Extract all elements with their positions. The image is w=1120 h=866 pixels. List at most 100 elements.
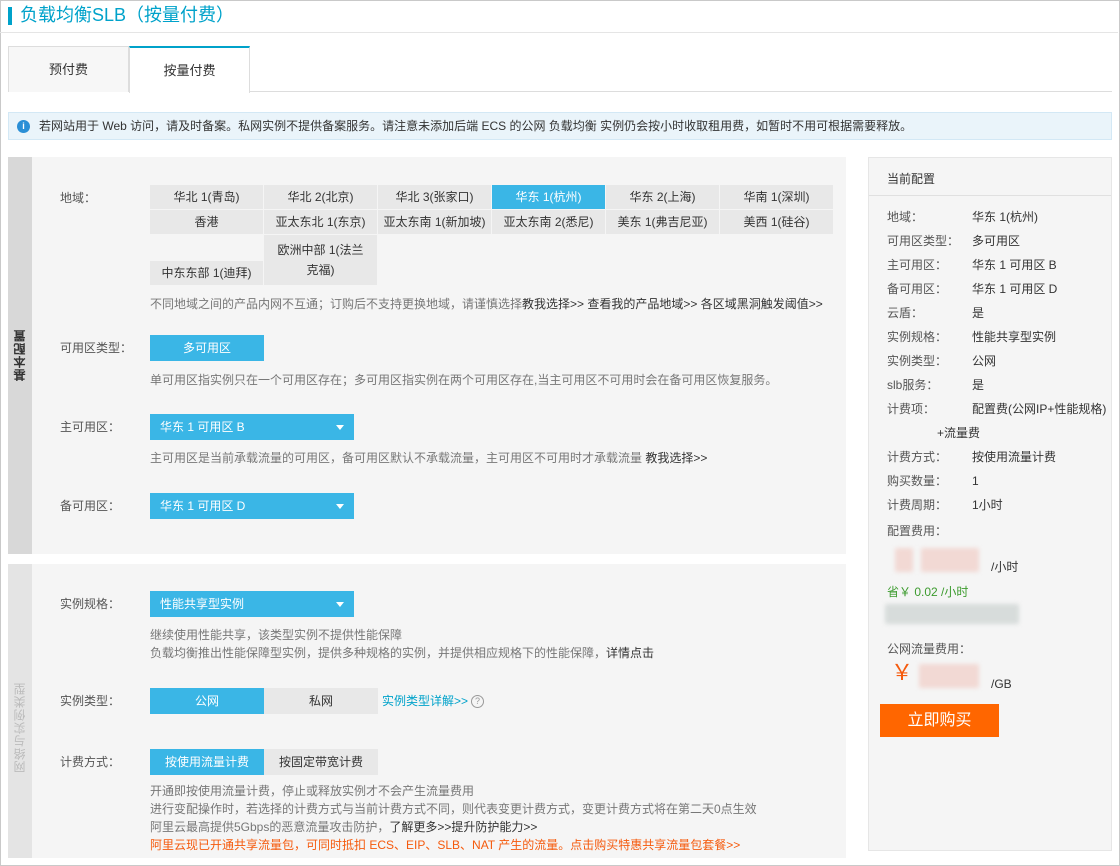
region-option[interactable]: 香港 [150,210,263,234]
primary-zone-value: 华东 1 可用区 B [160,420,245,434]
chevron-down-icon [336,602,344,607]
help-icon[interactable]: ? [471,695,484,708]
region-option[interactable]: 亚太东南 2(悉尼) [492,210,605,234]
primary-zone-hint-text: 主可用区是当前承载流量的可用区，备可用区默认不承载流量，主可用区不可用时才承载流… [150,451,643,465]
region-label: 地域： [60,191,97,205]
billing-hint-3-text: 阿里云最高提供5Gbps的恶意流量攻击防护， [150,820,390,834]
chevron-down-icon [336,425,344,430]
region-hint-text: 不同地域之间的产品内网不互通；订购后不支持更换地域，请谨慎选择 [150,297,523,311]
zone-type-multi-button[interactable]: 多可用区 [150,335,264,361]
summary-value: 华东 1 可用区 B [972,258,1057,272]
region-option[interactable]: 欧洲中部 1(法兰克福) [264,235,377,285]
summary-key: 可用区类型： [887,234,960,248]
spec-hint-2-text: 负载均衡推出性能保障型实例，提供多种规格的实例，并提供相应规格下的性能保障， [150,646,607,660]
primary-zone-hint: 主可用区是当前承载流量的可用区，备可用区默认不承载流量，主可用区不可用时才承载流… [150,449,707,467]
summary-value: 1 [972,474,979,488]
traffic-fee-label: 公网流量费用： [887,642,972,656]
region-option[interactable]: 华北 3(张家口) [378,185,491,209]
network-config-side: 网络与实例类型 [8,564,32,858]
primary-zone-label: 主可用区： [60,420,121,434]
summary-key: 计费方式： [887,450,948,464]
summary-key: 云盾： [887,306,924,320]
summary-value: 是 [972,306,985,320]
config-fee-unit: /小时 [991,560,1019,574]
config-fee-blurred [895,548,913,572]
buy-now-button[interactable]: 立即购买 [880,704,999,737]
billing-hint-1: 开通即按使用流量计费，停止或释放实例才不会产生流量费用 [150,784,475,798]
summary-value: 配置费(公网IP+性能规格) [972,402,1107,416]
savings-text: 省￥ 0.02 /小时 [887,585,969,599]
ddos-protection-link[interactable]: 了解更多>>提升防护能力>> [389,820,537,834]
summary-key: 计费周期： [887,498,948,512]
spec-hint-2: 负载均衡推出性能保障型实例，提供多种规格的实例，并提供相应规格下的性能保障，详情… [150,644,654,662]
shared-traffic-promo[interactable]: 阿里云现已开通共享流量包，可同时抵扣 ECS、EIP、SLB、NAT 产生的流量… [150,836,740,854]
summary-key: 实例类型： [887,354,948,368]
summary-key: 购买数量： [887,474,948,488]
info-icon: i [17,120,30,133]
spec-select[interactable]: 性能共享型实例 [150,591,354,617]
tab-pay-as-you-go[interactable]: 按量付费 [129,46,250,93]
backup-zone-label: 备可用区： [60,499,121,513]
region-option[interactable]: 亚太东南 1(新加坡) [378,210,491,234]
basic-config-side: 基本配置 [8,157,32,554]
spec-label: 实例规格： [60,597,121,611]
region-hint: 不同地域之间的产品内网不互通；订购后不支持更换地域，请谨慎选择教我选择>> 查看… [150,295,823,313]
backup-zone-value: 华东 1 可用区 D [160,499,246,513]
summary-key: slb服务： [887,378,939,392]
summary-key: 主可用区： [887,258,948,272]
region-option[interactable]: 亚太东北 1(东京) [264,210,377,234]
billing-hint-2: 进行变配操作时，若选择的计费方式与当前计费方式不同，则代表变更计费方式，变更计费… [150,802,757,816]
network-config-side-label: 网络与实例类型 [13,682,27,773]
tab-prepaid[interactable]: 预付费 [8,46,129,92]
instance-type-label: 实例类型： [60,694,121,708]
title-accent-bar [8,7,12,25]
summary-key: 地域： [887,210,924,224]
chevron-down-icon [336,504,344,509]
config-fee-blurred [921,548,979,572]
region-option[interactable]: 华东 2(上海) [606,185,719,209]
region-option[interactable]: 华北 2(北京) [264,185,377,209]
summary-key: 实例规格： [887,330,948,344]
instance-type-private-button[interactable]: 私网 [264,688,378,714]
network-config-panel: 网络与实例类型 实例规格： 性能共享型实例 继续使用性能共享，该类型实例不提供性… [8,564,846,858]
basic-config-side-label: 基本配置 [13,329,27,381]
instance-type-detail-link[interactable]: 实例类型详解>> [382,693,468,709]
summary-value: 华东 1(杭州) [972,210,1039,224]
primary-zone-select[interactable]: 华东 1 可用区 B [150,414,354,440]
region-option[interactable]: 华南 1(深圳) [720,185,833,209]
region-hint-links[interactable]: 教我选择>> 查看我的产品地域>> 各区域黑洞触发阈值>> [522,297,823,311]
spec-value: 性能共享型实例 [160,597,245,611]
zone-type-hint: 单可用区指实例只在一个可用区存在；多可用区指实例在两个可用区存在,当主可用区不可… [150,373,778,387]
summary-value: 多可用区 [972,234,1021,248]
billing-tabs: 预付费 按量付费 [8,46,1112,93]
billing-bandwidth-button[interactable]: 按固定带宽计费 [264,749,378,775]
region-option[interactable]: 中东东部 1(迪拜) [150,261,263,285]
spec-detail-link[interactable]: 详情点击 [606,646,654,660]
region-option[interactable]: 美东 1(弗吉尼亚) [606,210,719,234]
current-config-title: 当前配置 [887,172,936,186]
notice-text: 若网站用于 Web 访问，请及时备案。私网实例不提供备案服务。请注意未添加后端 … [39,119,913,133]
current-config-panel: 当前配置 地域： 华东 1(杭州) 可用区类型： 多可用区 主可用区： 华东 1… [868,157,1112,851]
summary-value: 1小时 [972,498,1003,512]
page-header: 负载均衡SLB（按量付费） [0,0,1118,33]
zone-type-label: 可用区类型： [60,341,133,355]
config-fee-label: 配置费用： [887,524,948,538]
basic-config-panel: 基本配置 地域： 华北 1(青岛) 华北 2(北京) 华北 3(张家口) 华东 … [8,157,846,554]
summary-value: +流量费 [937,426,981,440]
summary-value: 公网 [972,354,997,368]
backup-zone-select[interactable]: 华东 1 可用区 D [150,493,354,519]
yen-symbol: ￥ [891,660,914,685]
instance-type-public-button[interactable]: 公网 [150,688,264,714]
spec-hint-1: 继续使用性能共享，该类型实例不提供性能保障 [150,628,403,642]
region-option[interactable]: 华北 1(青岛) [150,185,263,209]
primary-zone-hint-link[interactable]: 教我选择>> [645,451,707,465]
summary-value: 华东 1 可用区 D [972,282,1058,296]
summary-value: 是 [972,378,985,392]
billing-traffic-button[interactable]: 按使用流量计费 [150,749,264,775]
current-config-header: 当前配置 [869,158,1111,196]
original-price-blurred [885,604,1019,624]
summary-value: 按使用流量计费 [972,450,1057,464]
region-option[interactable]: 美西 1(硅谷) [720,210,833,234]
billing-hint-3: 阿里云最高提供5Gbps的恶意流量攻击防护，了解更多>>提升防护能力>> [150,818,537,836]
region-option-selected[interactable]: 华东 1(杭州) [492,185,605,209]
